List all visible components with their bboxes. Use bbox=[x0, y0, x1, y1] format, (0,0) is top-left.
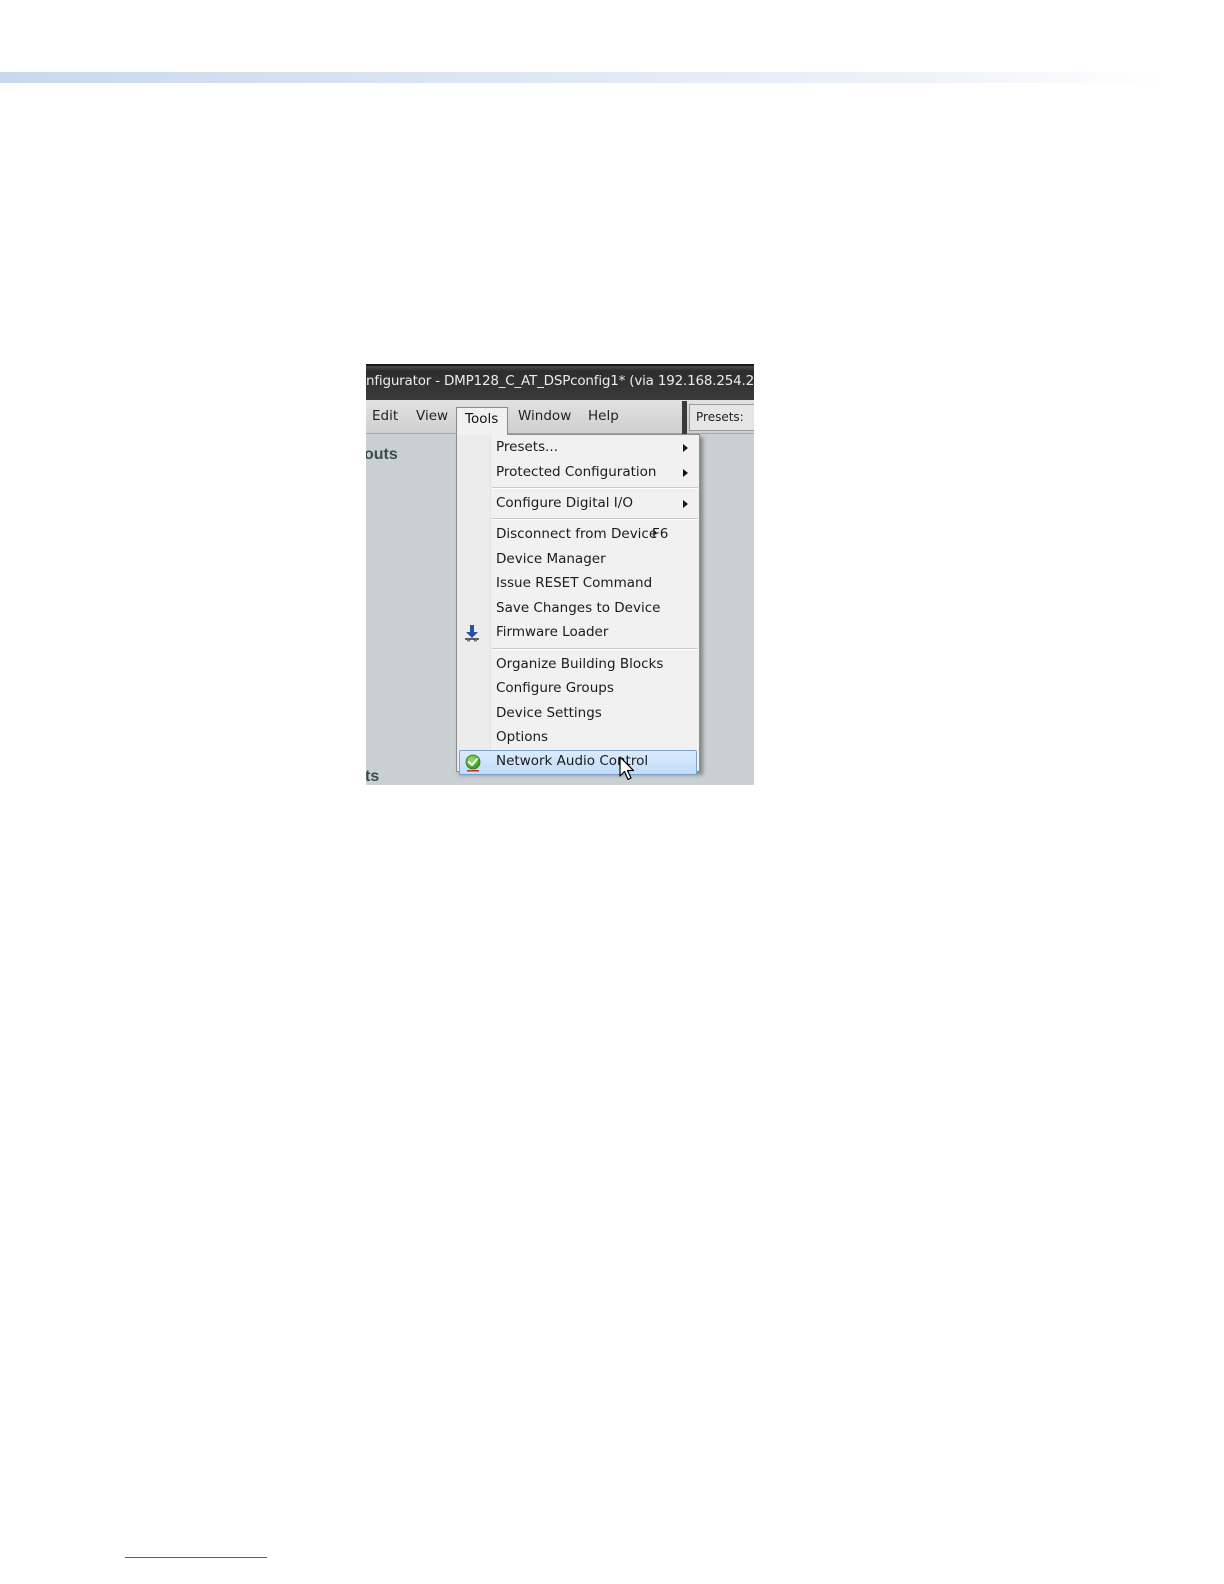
submenu-arrow-icon bbox=[683, 500, 688, 508]
submenu-arrow-icon bbox=[683, 444, 688, 452]
menu-item-firmware-loader[interactable]: Firmware Loader bbox=[459, 621, 697, 645]
menu-item-protected-configuration[interactable]: Protected Configuration bbox=[459, 461, 697, 485]
menu-separator bbox=[492, 518, 698, 520]
menu-item-label: Options bbox=[496, 729, 549, 745]
menu-item-disconnect-from-device[interactable]: Disconnect from Device F6 bbox=[459, 523, 697, 547]
menu-item-issue-reset-command[interactable]: Issue RESET Command bbox=[459, 572, 697, 596]
menu-item-label: Configure Digital I/O bbox=[496, 495, 633, 511]
menu-tools-label: Tools bbox=[465, 411, 499, 427]
tools-dropdown-menu: Presets... Protected Configuration Confi… bbox=[456, 434, 700, 775]
presets-label: Presets: bbox=[696, 410, 744, 424]
menu-item-presets[interactable]: Presets... bbox=[459, 436, 697, 460]
menu-view[interactable]: View bbox=[416, 408, 448, 424]
presets-dropdown[interactable]: Presets: bbox=[689, 404, 754, 431]
menu-tools[interactable]: Tools bbox=[456, 407, 508, 435]
download-arrow-icon bbox=[465, 625, 479, 642]
menu-item-network-audio-control[interactable]: Network Audio Control bbox=[459, 750, 697, 775]
header-gradient-band bbox=[0, 72, 1224, 83]
toolbar-separator bbox=[682, 401, 687, 434]
menu-item-save-changes-to-device[interactable]: Save Changes to Device bbox=[459, 597, 697, 621]
menu-item-label: Save Changes to Device bbox=[496, 600, 661, 616]
menu-separator bbox=[492, 487, 698, 489]
submenu-arrow-icon bbox=[683, 469, 688, 477]
menu-item-organize-building-blocks[interactable]: Organize Building Blocks bbox=[459, 653, 697, 677]
menu-item-device-settings[interactable]: Device Settings bbox=[459, 702, 697, 726]
menu-item-label: Protected Configuration bbox=[496, 464, 657, 480]
menu-item-options[interactable]: Options bbox=[459, 726, 697, 750]
workspace-label-bottom: ts bbox=[366, 768, 380, 785]
menu-item-shortcut: F6 bbox=[652, 526, 669, 542]
menu-item-label: Disconnect from Device bbox=[496, 526, 658, 542]
menu-item-label: Firmware Loader bbox=[496, 624, 609, 640]
window-titlebar: nfigurator - DMP128_C_AT_DSPconfig1* (vi… bbox=[366, 364, 754, 400]
app-screenshot: nfigurator - DMP128_C_AT_DSPconfig1* (vi… bbox=[366, 364, 754, 785]
menu-item-configure-digital-io[interactable]: Configure Digital I/O bbox=[459, 492, 697, 516]
menu-item-label: Configure Groups bbox=[496, 680, 614, 696]
menu-item-device-manager[interactable]: Device Manager bbox=[459, 548, 697, 572]
menu-item-configure-groups[interactable]: Configure Groups bbox=[459, 677, 697, 701]
menu-separator bbox=[492, 648, 698, 650]
footer-link-rule bbox=[125, 1557, 267, 1558]
menu-item-label: Organize Building Blocks bbox=[496, 656, 664, 672]
menu-item-label: Presets... bbox=[496, 439, 559, 455]
window-title: nfigurator - DMP128_C_AT_DSPconfig1* (vi… bbox=[366, 373, 754, 389]
menu-window[interactable]: Window bbox=[518, 408, 571, 424]
menu-item-label: Device Settings bbox=[496, 705, 602, 721]
menu-help[interactable]: Help bbox=[588, 408, 619, 424]
mouse-pointer-icon bbox=[619, 756, 635, 781]
workspace-label-top: outs bbox=[366, 446, 398, 463]
green-check-icon bbox=[465, 754, 481, 772]
menu-item-label: Issue RESET Command bbox=[496, 575, 653, 591]
menu-item-label: Device Manager bbox=[496, 551, 606, 567]
menu-edit[interactable]: Edit bbox=[372, 408, 398, 424]
